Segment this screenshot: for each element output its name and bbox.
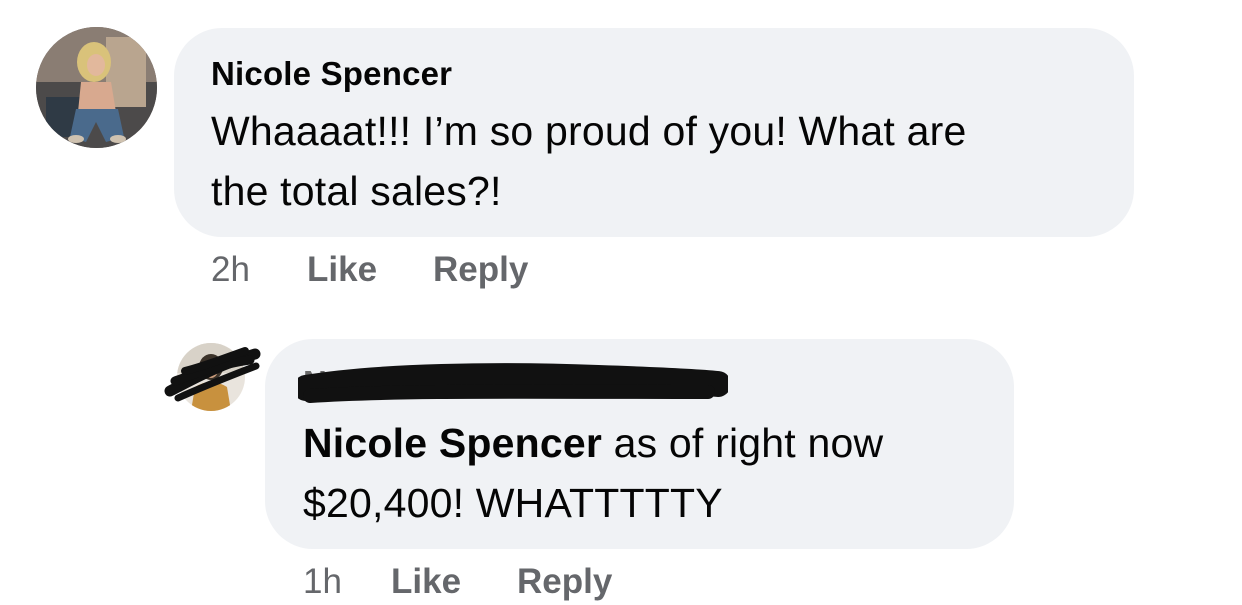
comment-author-name[interactable]: Nicole Spencer xyxy=(211,55,452,93)
reply-timestamp[interactable]: 1h xyxy=(303,562,342,601)
reply-actions: 1h Like Reply xyxy=(303,562,612,602)
comment-actions: 2h Like Reply xyxy=(211,250,528,290)
redaction-bar xyxy=(298,363,728,403)
reply-text-line-1: Nicole Spencer as of right now xyxy=(303,413,883,473)
reply-text-line-2: $20,400! WHATTTTTY xyxy=(303,480,723,526)
reply-text-rest: as of right now xyxy=(602,420,884,466)
like-button[interactable]: Like xyxy=(391,562,461,602)
commenter-avatar[interactable] xyxy=(36,27,157,148)
comment-text-line-1: Whaaaat!!! I’m so proud of you! What are xyxy=(211,108,967,154)
comment-timestamp[interactable]: 2h xyxy=(211,250,250,289)
reply-button[interactable]: Reply xyxy=(433,250,528,290)
reply-button[interactable]: Reply xyxy=(517,562,612,602)
comment-text-line-2: the total sales?! xyxy=(211,168,502,214)
profile-photo-icon xyxy=(36,27,157,148)
like-button[interactable]: Like xyxy=(307,250,377,290)
mentioned-user-link[interactable]: Nicole Spencer xyxy=(303,420,602,466)
redaction-scribble xyxy=(164,347,261,402)
